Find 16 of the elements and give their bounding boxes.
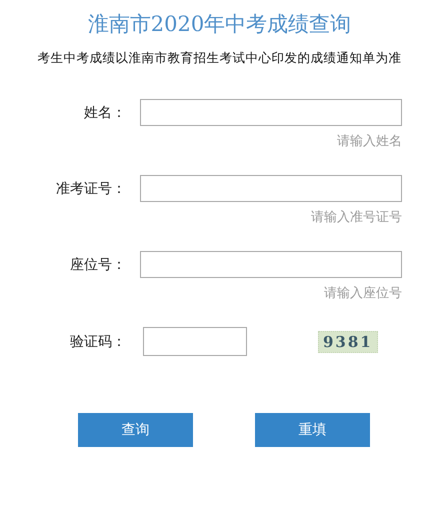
captcha-input-field[interactable]	[143, 327, 247, 356]
form-button[interactable]: 查询	[78, 413, 193, 447]
form-button[interactable]: 重填	[255, 413, 370, 447]
field-label: 姓名：	[83, 104, 126, 122]
input-field[interactable]	[140, 99, 402, 126]
hint-text: 请输入准号证号	[311, 209, 402, 227]
input-field[interactable]	[140, 251, 402, 278]
field-label: 座位号：	[69, 256, 126, 274]
captcha-code[interactable]: 9381	[318, 330, 378, 352]
page-title: 淮南市2020年中考成绩查询	[86, 11, 352, 38]
notice-text: 考生中考成绩以淮南市教育招生考试中心印发的成绩通知单为准	[36, 49, 402, 67]
input-field[interactable]	[140, 175, 402, 202]
hint-text: 请输入姓名	[337, 133, 402, 151]
field-label: 验证码：	[69, 332, 126, 350]
hint-text: 请输入座位号	[324, 285, 402, 303]
field-label: 准考证号：	[55, 180, 126, 198]
